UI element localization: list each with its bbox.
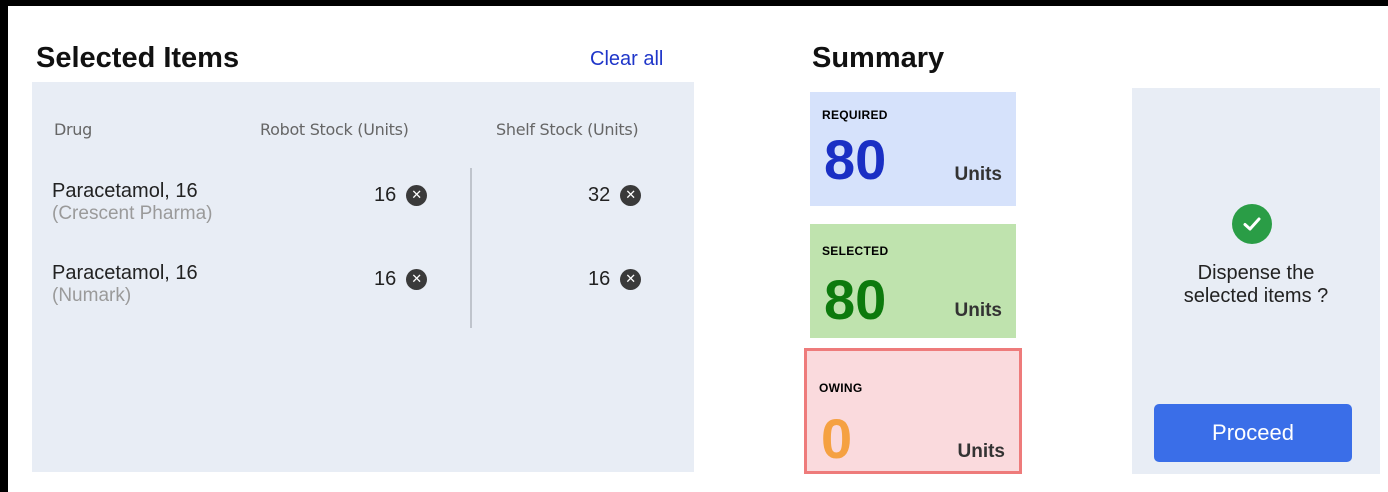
remove-robot-stock-icon[interactable]: ✕ [406, 185, 428, 206]
shelf-stock-cell: 32 ✕ [588, 184, 642, 207]
table-row: Paracetamol, 16 (Numark) [52, 262, 198, 307]
drug-name: Paracetamol, 16 [52, 180, 198, 202]
robot-stock-value: 16 [374, 184, 397, 206]
drug-manufacturer: (Crescent Pharma) [52, 203, 213, 224]
dispense-prompt: Dispense the selected items ? [1132, 262, 1380, 308]
robot-stock-cell: 16 ✕ [374, 268, 428, 291]
selected-items-title: Selected Items [36, 42, 240, 74]
owing-units: Units [957, 441, 1006, 462]
shelf-stock-cell: 16 ✕ [588, 268, 642, 291]
column-header-drug: Drug [54, 120, 92, 139]
owing-label: OWING [819, 381, 863, 395]
selected-label: SELECTED [822, 244, 889, 258]
robot-stock-value: 16 [374, 268, 397, 290]
owing-value: 0 [821, 407, 853, 470]
drug-name: Paracetamol, 16 [52, 262, 198, 284]
dispense-prompt-line1: Dispense the [1197, 262, 1315, 284]
column-header-robot-stock: Robot Stock (Units) [260, 120, 409, 139]
required-units: Units [954, 164, 1003, 185]
dispense-panel: Dispense the selected items ? Proceed [1132, 88, 1380, 474]
column-header-shelf-stock: Shelf Stock (Units) [496, 120, 639, 139]
remove-shelf-stock-icon[interactable]: ✕ [620, 269, 642, 290]
remove-shelf-stock-icon[interactable]: ✕ [620, 185, 642, 206]
robot-stock-cell: 16 ✕ [374, 184, 428, 207]
remove-robot-stock-icon[interactable]: ✕ [406, 269, 428, 290]
selected-units: Units [954, 300, 1003, 321]
drug-manufacturer: (Numark) [52, 285, 132, 306]
selected-items-panel: Drug Robot Stock (Units) Shelf Stock (Un… [32, 82, 694, 472]
table-row: Paracetamol, 16 (Crescent Pharma) [52, 180, 213, 225]
proceed-button[interactable]: Proceed [1154, 404, 1352, 462]
summary-title: Summary [812, 42, 945, 74]
required-card: REQUIRED 80 Units [810, 92, 1016, 206]
clear-all-link[interactable]: Clear all [590, 48, 663, 71]
selected-value: 80 [824, 268, 887, 331]
owing-card: OWING 0 Units [804, 348, 1022, 474]
dispense-prompt-line2: selected items ? [1183, 285, 1329, 307]
check-circle-icon [1232, 204, 1272, 244]
dispense-screen: Selected Items Clear all Drug Robot Stoc… [8, 6, 1388, 492]
required-label: REQUIRED [822, 108, 888, 122]
column-divider [470, 168, 472, 328]
selected-card: SELECTED 80 Units [810, 224, 1016, 338]
shelf-stock-value: 32 [588, 184, 611, 206]
shelf-stock-value: 16 [588, 268, 611, 290]
required-value: 80 [824, 128, 887, 191]
